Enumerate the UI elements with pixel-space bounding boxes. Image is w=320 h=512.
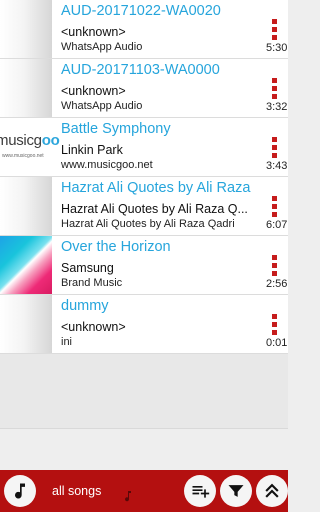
song-row[interactable]: Over the Horizon Samsung Brand Music 2:5… (0, 236, 288, 295)
song-row[interactable]: dummy <unknown> ini 0:01 (0, 295, 288, 354)
album-art (0, 59, 52, 117)
song-title: Over the Horizon (61, 239, 171, 255)
song-duration: 5:30 (266, 42, 288, 54)
song-list[interactable]: AUD-20171022-WA0020 <unknown> WhatsApp A… (0, 0, 288, 429)
song-album: Brand Music (61, 277, 123, 289)
filter-icon[interactable] (220, 475, 252, 507)
song-artist: <unknown> (61, 320, 126, 334)
song-title: AUD-20171103-WA0000 (61, 62, 220, 78)
song-duration: 0:01 (266, 337, 288, 349)
song-artist: Hazrat Ali Quotes by Ali Raza Q... (61, 202, 248, 216)
overflow-menu-icon[interactable] (270, 137, 280, 159)
song-title: Hazrat Ali Quotes by Ali Raza (61, 180, 251, 196)
song-row[interactable]: AUD-20171103-WA0000 <unknown> WhatsApp A… (0, 59, 288, 118)
music-note-icon[interactable] (4, 475, 36, 507)
song-title: Battle Symphony (61, 121, 171, 137)
album-art (0, 236, 52, 294)
song-album: Hazrat Ali Quotes by Ali Raza Qadri (61, 218, 235, 230)
song-album: www.musicgoo.net (61, 159, 153, 171)
song-duration: 6:07 (266, 219, 288, 231)
song-artist: Samsung (61, 261, 114, 275)
musicgoo-url: www.musicgoo.net (2, 153, 44, 159)
song-row[interactable]: musicgoo www.musicgoo.net Battle Symphon… (0, 118, 288, 177)
overflow-menu-icon[interactable] (270, 19, 280, 41)
music-note-small-icon (125, 491, 131, 502)
song-artist: <unknown> (61, 25, 126, 39)
overflow-menu-icon[interactable] (270, 78, 280, 100)
album-art: musicgoo www.musicgoo.net (0, 118, 60, 176)
song-title: AUD-20171022-WA0020 (61, 3, 221, 19)
overflow-menu-icon[interactable] (270, 255, 280, 277)
playlist-add-icon[interactable] (184, 475, 216, 507)
song-album: ini (61, 336, 73, 348)
view-label[interactable]: all songs (52, 484, 101, 498)
song-artist: Linkin Park (61, 143, 123, 157)
song-title: dummy (61, 298, 109, 314)
song-duration: 3:43 (266, 160, 288, 172)
musicgoo-logo: musicgoo (0, 132, 60, 149)
song-album: WhatsApp Audio (61, 41, 143, 53)
song-artist: <unknown> (61, 84, 126, 98)
song-row[interactable]: Hazrat Ali Quotes by Ali Raza Hazrat Ali… (0, 177, 288, 236)
album-art (0, 0, 52, 58)
overflow-menu-icon[interactable] (270, 196, 280, 218)
album-art (0, 177, 52, 235)
overflow-menu-icon[interactable] (270, 314, 280, 336)
album-art (0, 295, 52, 353)
bottom-bar: all songs (0, 470, 288, 512)
song-duration: 2:56 (266, 278, 288, 290)
song-album: WhatsApp Audio (61, 100, 143, 112)
song-row[interactable]: AUD-20171022-WA0020 <unknown> WhatsApp A… (0, 0, 288, 59)
song-duration: 3:32 (266, 101, 288, 113)
scroll-top-icon[interactable] (256, 475, 288, 507)
